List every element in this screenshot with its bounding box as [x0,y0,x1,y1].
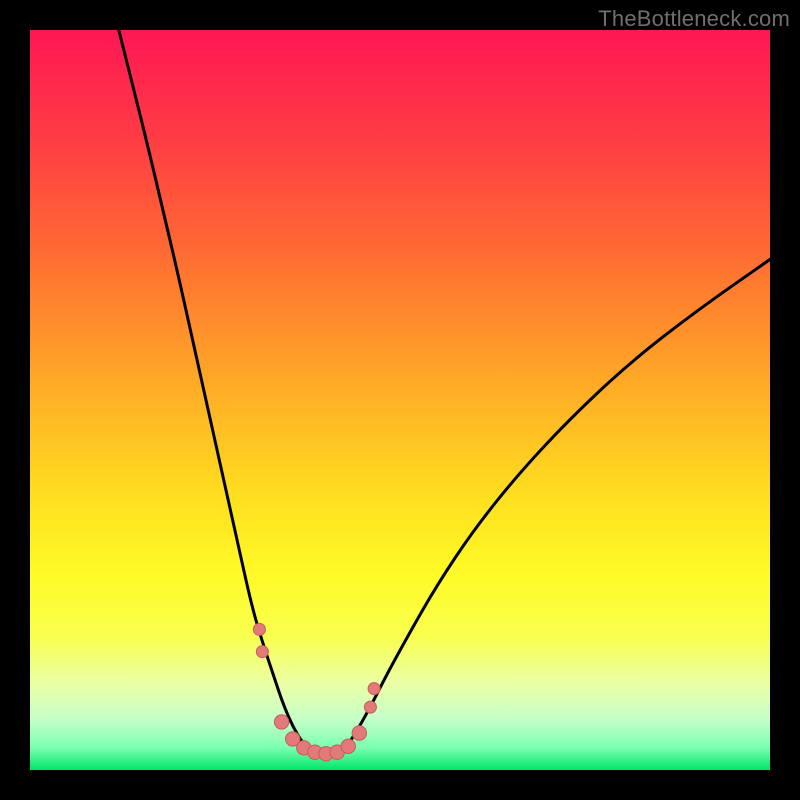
marker-dot [364,701,376,713]
marker-dot [352,726,366,740]
marker-dot [368,683,380,695]
gradient-background [30,30,770,770]
marker-dot [253,623,265,635]
marker-dot [256,646,268,658]
watermark-text: TheBottleneck.com [598,6,790,32]
outer-frame: TheBottleneck.com [0,0,800,800]
plot-area [30,30,770,770]
chart-svg [30,30,770,770]
marker-dot [274,715,288,729]
marker-dot [341,739,355,753]
